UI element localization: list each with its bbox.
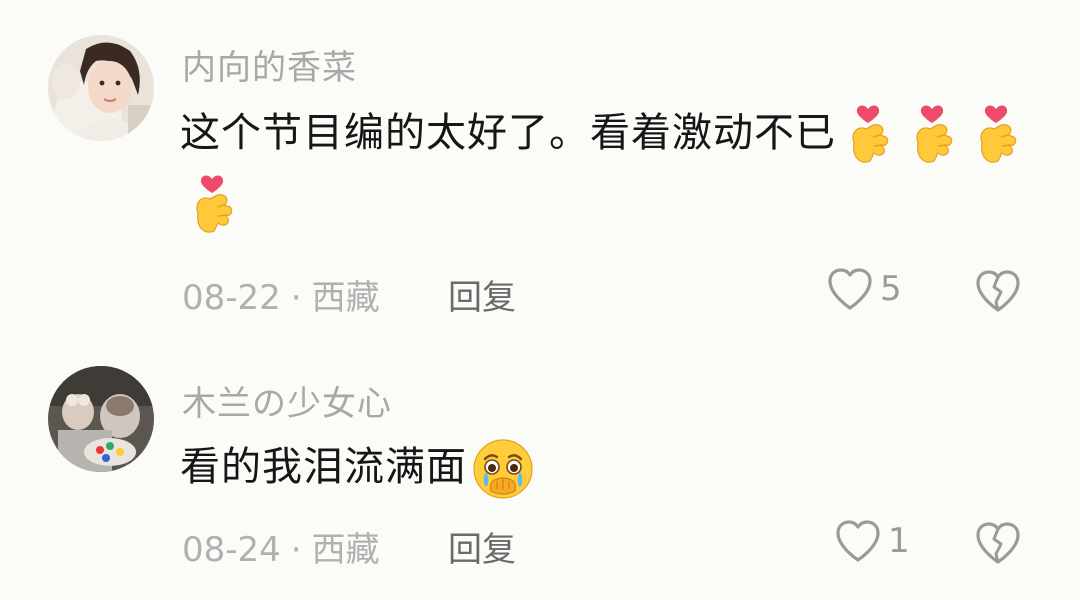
like-count: 5 <box>880 269 902 309</box>
comment-date: 08-22 <box>182 278 281 318</box>
crying-face-emoji <box>471 437 535 501</box>
reply-button[interactable]: 回复 <box>448 270 516 319</box>
like-button[interactable]: 5 <box>826 266 902 312</box>
heart-hands-emoji <box>968 103 1024 167</box>
separator-dot: · <box>290 530 302 570</box>
broken-heart-icon <box>976 522 1020 564</box>
avatar[interactable] <box>48 366 154 472</box>
comment-text-content: 这个节目编的太好了。看着激动不已 <box>180 110 836 156</box>
comment-meta: 08-22 · 西藏 <box>182 270 380 319</box>
username[interactable]: 木兰の少女心 <box>182 376 392 425</box>
dislike-button[interactable] <box>974 268 1022 314</box>
comment-meta: 08-24 · 西藏 <box>182 522 380 571</box>
comment-date: 08-24 <box>182 530 281 570</box>
heart-outline-icon <box>828 268 872 310</box>
username[interactable]: 内向的香菜 <box>182 40 357 89</box>
heart-hands-emoji <box>904 103 960 167</box>
like-button[interactable]: 1 <box>834 518 910 564</box>
heart-hands-emoji <box>840 103 896 167</box>
separator-dot: · <box>290 278 302 318</box>
reply-button[interactable]: 回复 <box>448 522 516 571</box>
comment-text: 看的我泪流满面 <box>180 432 1040 502</box>
heart-outline-icon <box>836 520 880 562</box>
heart-hands-emoji <box>184 173 240 237</box>
dislike-button[interactable] <box>974 520 1022 566</box>
like-count: 1 <box>888 521 910 561</box>
avatar[interactable] <box>48 35 154 141</box>
comment-location: 西藏 <box>311 278 380 318</box>
comment-text: 这个节目编的太好了。看着激动不已 <box>180 98 1040 238</box>
broken-heart-icon <box>976 270 1020 312</box>
comment-text-content: 看的我泪流满面 <box>180 444 467 490</box>
comment-item: 木兰の少女心 看的我泪流满面 08-24 · 西藏 回复 1 <box>0 350 1080 600</box>
comment-location: 西藏 <box>311 530 380 570</box>
comment-item: 内向的香菜 这个节目编的太好了。看着激动不已 08-22 · 西藏 回复 5 <box>0 0 1080 330</box>
